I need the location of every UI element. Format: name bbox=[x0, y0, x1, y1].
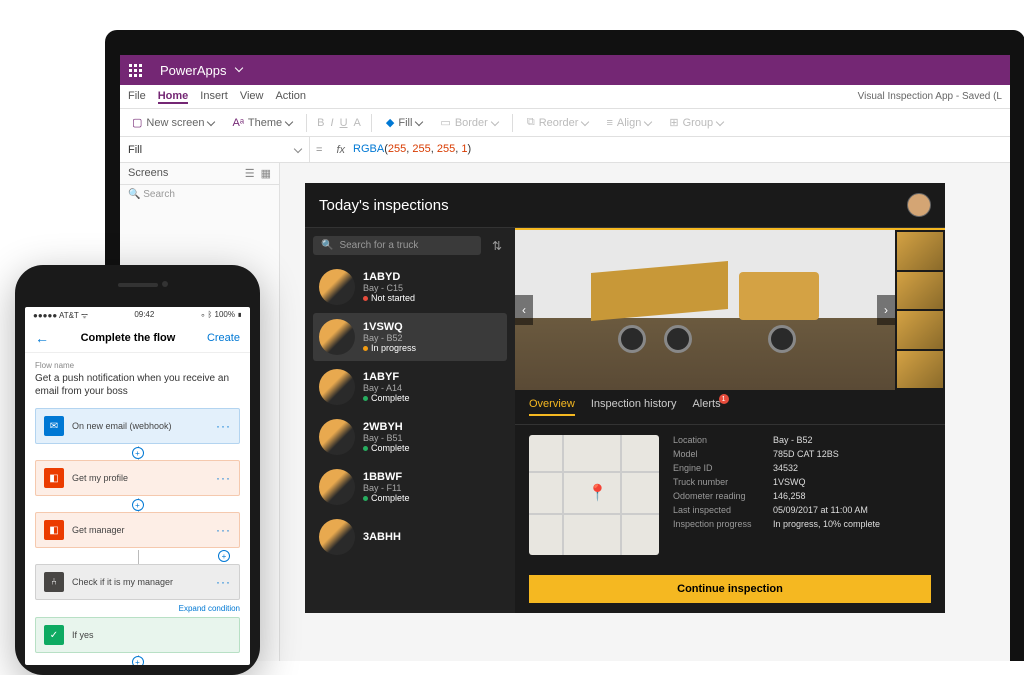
truck-item[interactable]: 1VSWQ Bay - B52 In progress bbox=[313, 313, 507, 361]
tab-alerts[interactable]: Alerts 1 bbox=[692, 398, 720, 416]
outlook-icon: ✉ bbox=[44, 416, 64, 436]
expand-condition-link[interactable]: Expand condition bbox=[35, 604, 240, 613]
more-icon[interactable]: ··· bbox=[216, 523, 231, 537]
truck-item[interactable]: 1ABYD Bay - C15 Not started bbox=[313, 263, 507, 311]
image-gallery: ‹ › bbox=[515, 230, 945, 390]
truck-item[interactable]: 1BBWF Bay - F11 Complete bbox=[313, 463, 507, 511]
office-icon: ◧ bbox=[44, 520, 64, 540]
thumbnail[interactable] bbox=[897, 311, 943, 349]
waffle-icon[interactable] bbox=[120, 55, 150, 85]
more-icon[interactable]: ··· bbox=[216, 471, 231, 485]
truck-item[interactable]: 3ABHH bbox=[313, 513, 507, 561]
tab-insert[interactable]: Insert bbox=[200, 90, 228, 104]
truck-thumb bbox=[319, 369, 355, 405]
reorder-button[interactable]: ⧉Reorder bbox=[523, 114, 593, 131]
flow-editor: Flow name Get a push notification when y… bbox=[25, 353, 250, 665]
flow-step-action[interactable]: ◧ Get manager ··· bbox=[35, 512, 240, 548]
sort-button[interactable]: ⇅ bbox=[487, 236, 507, 255]
truck-thumb bbox=[319, 519, 355, 555]
screens-header: Screens ☰ ▦ bbox=[120, 163, 279, 185]
more-icon[interactable]: ··· bbox=[216, 419, 231, 433]
more-icon[interactable]: ··· bbox=[216, 575, 231, 589]
check-icon: ✓ bbox=[44, 625, 64, 645]
app-header: Today's inspections bbox=[305, 183, 945, 228]
underline-icon[interactable]: U bbox=[340, 117, 348, 129]
thumbnail[interactable] bbox=[897, 232, 943, 270]
add-step-icon[interactable]: + bbox=[218, 550, 230, 562]
flow-step-branch[interactable]: ✓ If yes bbox=[35, 617, 240, 653]
italic-icon[interactable]: I bbox=[331, 117, 334, 129]
flow-name-label: Flow name bbox=[35, 361, 240, 370]
prev-image-icon[interactable]: ‹ bbox=[515, 295, 533, 325]
tab-file[interactable]: File bbox=[128, 90, 146, 104]
app-brand: PowerApps bbox=[160, 63, 226, 78]
phone-title: Complete the flow bbox=[81, 332, 176, 344]
main-truck-image: ‹ › bbox=[515, 230, 895, 390]
formula-input[interactable]: RGBA(255, 255, 255, 1) bbox=[353, 143, 471, 156]
create-button[interactable]: Create bbox=[207, 332, 240, 344]
add-step-icon[interactable]: + bbox=[132, 447, 144, 459]
grid-view-icon[interactable]: ▦ bbox=[261, 167, 271, 180]
font-color-icon[interactable]: A bbox=[354, 117, 361, 129]
tab-overview[interactable]: Overview bbox=[529, 398, 575, 416]
new-screen-button[interactable]: ▢ New screen bbox=[128, 114, 218, 131]
thumbnail[interactable] bbox=[897, 272, 943, 310]
phone-frame: ●●●●● AT&T ᯤ 09:42 ⚬ ᛒ 100% ▮ ← Complete… bbox=[15, 265, 260, 675]
text-format-group: B I U A bbox=[317, 117, 361, 129]
app-canvas: Today's inspections 🔍 Search for a truck bbox=[305, 183, 945, 613]
truck-thumb bbox=[319, 469, 355, 505]
formula-bar: Fill = fx RGBA(255, 255, 255, 1) bbox=[120, 137, 1010, 163]
screens-search[interactable]: 🔍 Search bbox=[120, 185, 279, 204]
ribbon-toolbar: ▢ New screen Aᵃ Theme B I U A ◆ Fill bbox=[120, 109, 1010, 137]
user-avatar[interactable] bbox=[907, 193, 931, 217]
bold-icon[interactable]: B bbox=[317, 117, 324, 129]
detail-panel: ‹ › bbox=[515, 228, 945, 613]
branch-icon: ⑃ bbox=[44, 572, 64, 592]
truck-thumb bbox=[319, 419, 355, 455]
canvas-area: Today's inspections 🔍 Search for a truck bbox=[280, 163, 1010, 661]
save-status: Visual Inspection App - Saved (L bbox=[858, 91, 1002, 102]
tab-history[interactable]: Inspection history bbox=[591, 398, 677, 416]
alerts-badge: 1 bbox=[719, 394, 729, 404]
next-image-icon[interactable]: › bbox=[877, 295, 895, 325]
ribbon-tabs: File Home Insert View Action Visual Insp… bbox=[120, 85, 1010, 109]
map-pin-icon: 📍 bbox=[588, 483, 608, 503]
powerapps-header: PowerApps bbox=[120, 55, 1010, 85]
fill-button[interactable]: ◆ Fill bbox=[382, 114, 427, 131]
truck-item[interactable]: 2WBYH Bay - B51 Complete bbox=[313, 413, 507, 461]
group-button[interactable]: ⊞Group bbox=[665, 114, 727, 131]
phone-nav-header: ← Complete the flow Create bbox=[25, 324, 250, 353]
flow-step-condition[interactable]: ⑃ Check if it is my manager ··· bbox=[35, 564, 240, 600]
continue-button[interactable]: Continue inspection bbox=[529, 575, 931, 603]
search-icon: 🔍 bbox=[321, 240, 333, 251]
tab-action[interactable]: Action bbox=[275, 90, 306, 104]
truck-search[interactable]: 🔍 Search for a truck bbox=[313, 236, 481, 255]
thumbnail[interactable] bbox=[897, 351, 943, 389]
flow-step-action[interactable]: ◧ Get my profile ··· bbox=[35, 460, 240, 496]
truck-thumb bbox=[319, 319, 355, 355]
app-title: Today's inspections bbox=[319, 197, 449, 214]
tab-view[interactable]: View bbox=[240, 90, 264, 104]
list-view-icon[interactable]: ☰ bbox=[245, 167, 255, 180]
add-step-icon[interactable]: + bbox=[132, 499, 144, 511]
location-map[interactable]: 📍 bbox=[529, 435, 659, 555]
tab-home[interactable]: Home bbox=[158, 90, 189, 104]
border-button[interactable]: ▭Border bbox=[436, 114, 501, 131]
detail-tabs: Overview Inspection history Alerts 1 bbox=[515, 390, 945, 425]
brand-dropdown-icon[interactable] bbox=[236, 65, 242, 76]
back-icon[interactable]: ← bbox=[35, 330, 49, 346]
phone-status-bar: ●●●●● AT&T ᯤ 09:42 ⚬ ᛒ 100% ▮ bbox=[25, 307, 250, 324]
flow-name-value: Get a push notification when you receive… bbox=[35, 372, 240, 398]
truck-list: 🔍 Search for a truck ⇅ 1ABYD Bay - C15 bbox=[305, 228, 515, 613]
office-icon: ◧ bbox=[44, 468, 64, 488]
fx-label: fx bbox=[328, 144, 353, 156]
truck-item[interactable]: 1ABYF Bay - A14 Complete bbox=[313, 363, 507, 411]
property-selector[interactable]: Fill bbox=[120, 137, 310, 162]
truck-thumb bbox=[319, 269, 355, 305]
flow-step-trigger[interactable]: ✉ On new email (webhook) ··· bbox=[35, 408, 240, 444]
theme-button[interactable]: Aᵃ Theme bbox=[228, 115, 296, 131]
phone-screen: ●●●●● AT&T ᯤ 09:42 ⚬ ᛒ 100% ▮ ← Complete… bbox=[25, 307, 250, 665]
details-grid: LocationBay - B52 Model785D CAT 12BS Eng… bbox=[673, 435, 931, 565]
align-button[interactable]: ≡Align bbox=[602, 115, 655, 131]
